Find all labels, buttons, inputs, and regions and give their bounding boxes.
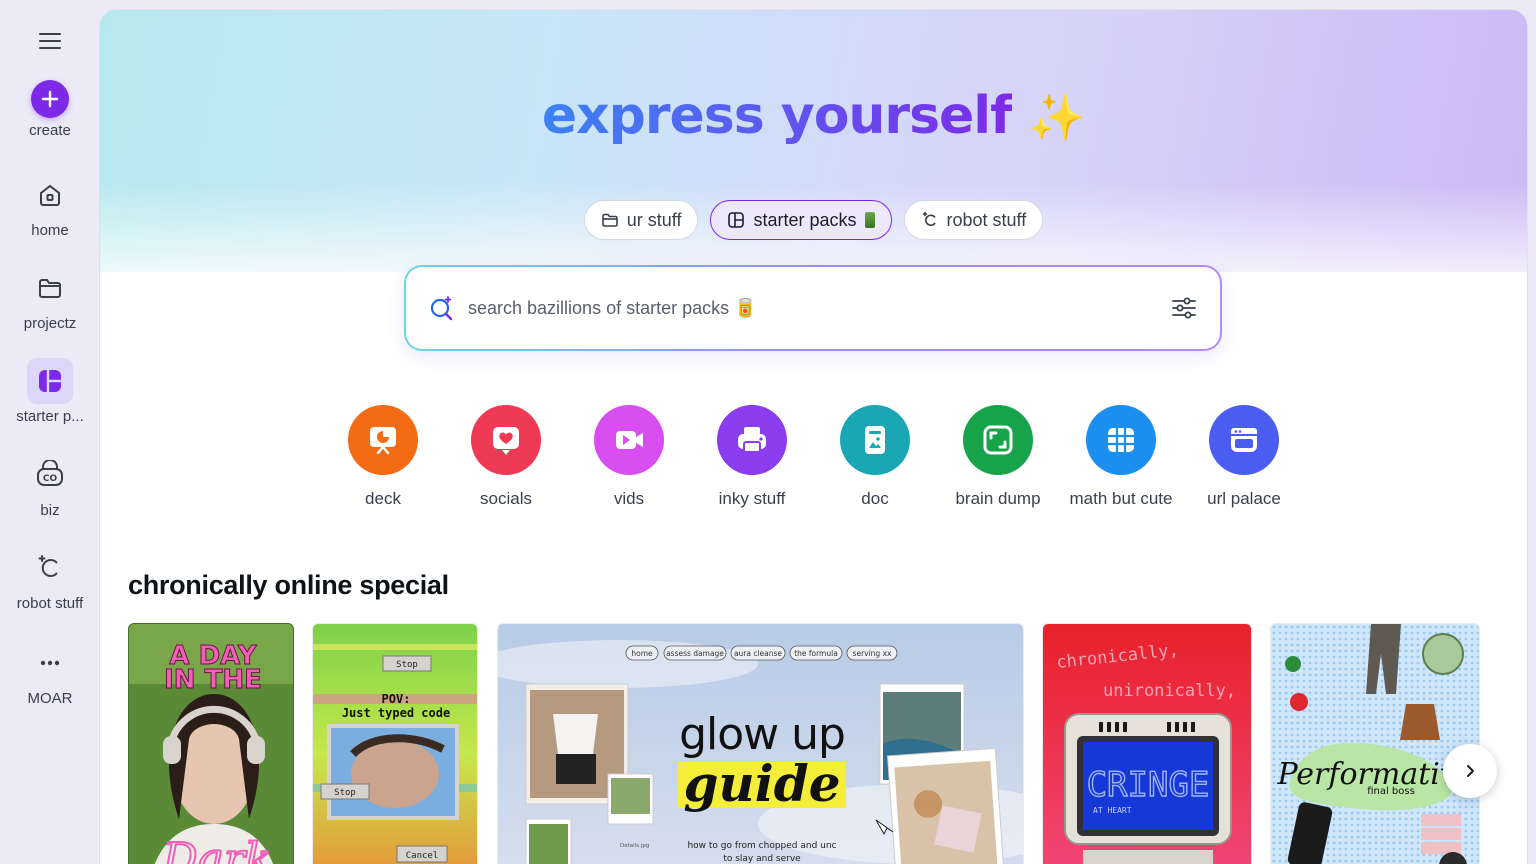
card-text: to slay and serve	[723, 854, 801, 864]
sidebar-item-label: MOAR	[27, 690, 73, 707]
carousel-next-button[interactable]	[1443, 744, 1497, 798]
magic-search-icon	[428, 294, 456, 322]
template-card[interactable]: chronically, unironically, CRINGE AT HEA…	[1042, 623, 1252, 864]
shortcut-label: url palace	[1207, 489, 1281, 508]
shortcut-deck[interactable]: deck	[328, 405, 438, 509]
shortcut-label: doc	[861, 489, 889, 508]
folder-icon	[601, 211, 619, 229]
sidebar-item-label: biz	[40, 502, 60, 519]
document-icon	[840, 405, 910, 475]
filter-icon[interactable]	[1170, 294, 1198, 322]
sidebar: create home projectz starter p... CO biz…	[0, 0, 100, 864]
sidebar-item-moar[interactable]: MOAR	[0, 640, 100, 707]
more-icon	[27, 640, 73, 686]
card-text: unironically,	[1103, 681, 1236, 701]
template-icon	[27, 358, 73, 404]
shortcut-label: deck	[365, 489, 401, 508]
card-text: final boss	[1367, 786, 1415, 797]
template-carousel: A DAY IN THE Dark Stop POV: Just typed c…	[100, 623, 1527, 864]
home-icon	[27, 172, 73, 218]
template-card[interactable]: Performative final boss	[1270, 623, 1480, 864]
card-text: Dark	[161, 834, 271, 864]
card-text: how to go from chopped and unc	[687, 841, 836, 851]
magic-icon	[27, 545, 73, 591]
template-icon	[727, 211, 745, 229]
card-text: POV:	[382, 692, 411, 706]
sidebar-item-starter-packs[interactable]: starter p...	[0, 358, 100, 425]
main-panel: express yourself ✨ ur stuff starter pack…	[100, 10, 1527, 864]
shortcut-socials[interactable]: socials	[451, 405, 561, 509]
shortcut-vids[interactable]: vids	[574, 405, 684, 509]
shortcut-label: socials	[480, 489, 532, 508]
sidebar-item-label: projectz	[23, 315, 77, 332]
card-text: IN THE	[164, 665, 262, 695]
sidebar-item-label: home	[31, 222, 69, 239]
sidebar-item-label: starter p...	[16, 408, 84, 425]
tab-label: ur stuff	[626, 209, 682, 230]
card-nav-item: serving xx	[853, 649, 892, 658]
spreadsheet-icon	[1086, 405, 1156, 475]
tab-starter-packs[interactable]: starter packs	[710, 200, 892, 240]
search-input[interactable]	[468, 297, 1170, 319]
hero-title-text: express yourself	[541, 86, 1013, 146]
whiteboard-icon	[963, 405, 1033, 475]
card-text: Stop	[396, 660, 418, 670]
hamburger-icon[interactable]	[39, 30, 61, 52]
sidebar-item-create[interactable]: create	[0, 80, 100, 139]
card-nav-item: assess damage	[666, 649, 724, 658]
tab-ur-stuff[interactable]: ur stuff	[583, 200, 699, 240]
card-text: Cancel	[406, 851, 439, 861]
shortcut-doc[interactable]: doc	[820, 405, 930, 509]
heart-icon	[471, 405, 541, 475]
hero-title: express yourself ✨	[100, 86, 1527, 146]
tab-label: robot stuff	[946, 209, 1027, 230]
svg-text:CO: CO	[43, 474, 58, 484]
shortcut-url-palace[interactable]: url palace	[1189, 405, 1299, 509]
shortcut-label: brain dump	[955, 489, 1041, 508]
presentation-icon	[348, 405, 418, 475]
shortcut-label: vids	[613, 489, 645, 508]
template-card[interactable]: Stop POV: Just typed code Stop Cancel	[312, 623, 478, 864]
card-title: glow up	[679, 709, 845, 760]
sidebar-item-home[interactable]: home	[0, 172, 100, 239]
brand-icon: CO	[27, 452, 73, 498]
template-card[interactable]: home assess damage aura cleanse the form…	[497, 623, 1024, 864]
sparkle-icon: ✨	[1028, 90, 1086, 144]
tab-robot-stuff[interactable]: robot stuff	[903, 200, 1044, 240]
sidebar-item-label: create	[29, 122, 71, 139]
card-text: CRINGE	[1087, 765, 1210, 805]
shortcut-brain-dump[interactable]: brain dump	[943, 405, 1053, 509]
can-icon	[864, 212, 875, 228]
magic-icon	[921, 211, 939, 229]
card-text: Stop	[334, 788, 356, 798]
tab-label: starter packs	[753, 209, 857, 230]
sidebar-item-biz[interactable]: CO biz	[0, 452, 100, 519]
search-bar	[404, 265, 1222, 351]
template-card[interactable]: A DAY IN THE Dark	[128, 623, 294, 864]
card-title: guide	[683, 754, 840, 813]
website-icon	[1209, 405, 1279, 475]
folder-icon	[27, 265, 73, 311]
sidebar-item-robot-stuff[interactable]: robot stuff	[0, 545, 100, 612]
shortcut-label: math but cute	[1069, 489, 1173, 508]
card-nav-item: home	[631, 649, 653, 658]
shortcut-label: inky stuff	[718, 489, 786, 508]
card-text: Just typed code	[342, 706, 450, 720]
section-title: chronically online special	[128, 570, 449, 600]
card-text: Details.jpg	[620, 843, 649, 849]
plus-icon	[31, 80, 69, 118]
chevron-right-icon	[1467, 765, 1474, 777]
search-scope-tabs: ur stuff starter packs robot stuff	[100, 200, 1527, 240]
sidebar-item-projectz[interactable]: projectz	[0, 265, 100, 332]
card-text: AT HEART	[1093, 806, 1132, 815]
card-nav-item: the formula	[794, 649, 838, 658]
card-nav-item: aura cleanse	[734, 649, 782, 658]
video-icon	[594, 405, 664, 475]
printer-icon	[717, 405, 787, 475]
shortcut-math-but-cute[interactable]: math but cute	[1066, 405, 1176, 509]
shortcut-inky-stuff[interactable]: inky stuff	[697, 405, 807, 509]
sidebar-item-label: robot stuff	[16, 595, 84, 612]
